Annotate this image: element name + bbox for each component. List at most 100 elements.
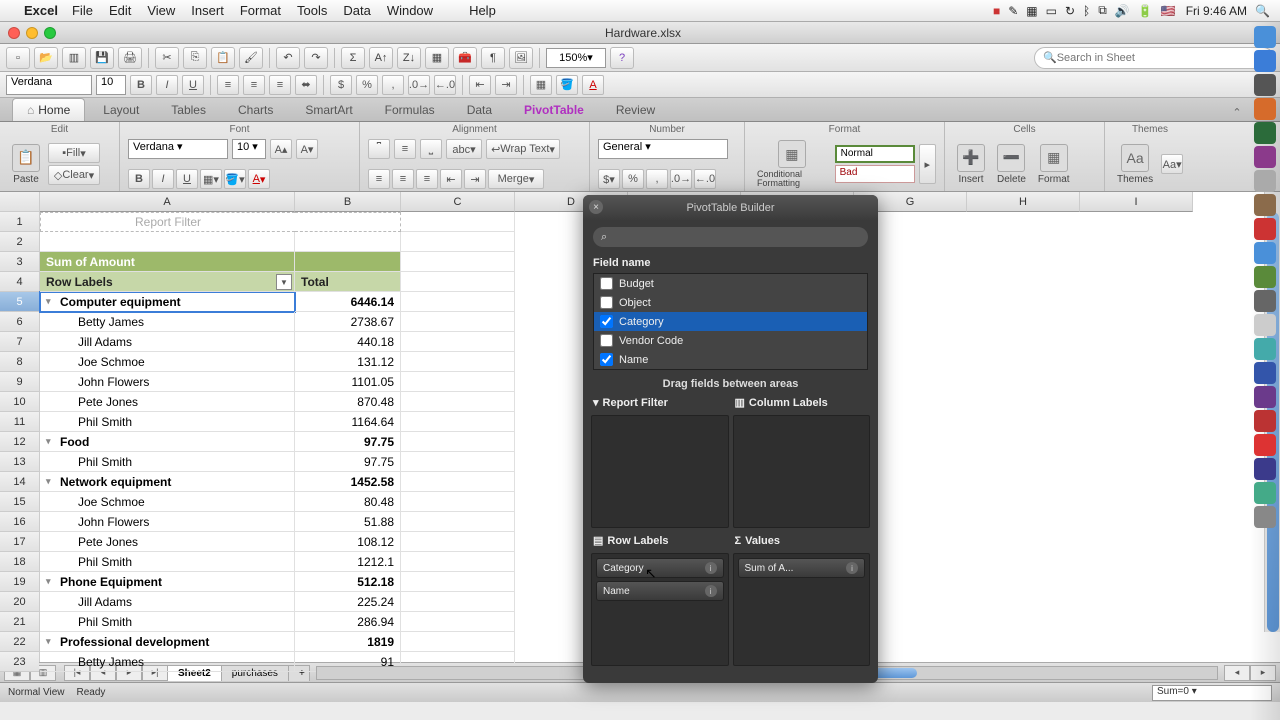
rowhdr-20[interactable]: 20 — [0, 592, 39, 612]
gallery-icon[interactable]: ▦ — [425, 47, 449, 69]
pivot-cell-label[interactable]: Jill Adams — [40, 332, 295, 352]
save-icon[interactable]: 💾 — [90, 47, 114, 69]
rowhdr-16[interactable]: 16 — [0, 512, 39, 532]
rowhdr-14[interactable]: 14 — [0, 472, 39, 492]
decrease-decimal-icon[interactable]: ←.0 — [434, 75, 456, 95]
tab-layout[interactable]: Layout — [89, 99, 153, 121]
pivot-cell-label[interactable]: ▾Food — [40, 432, 295, 452]
cell-empty[interactable] — [401, 312, 515, 332]
ptb-field-item[interactable]: Budget — [594, 274, 867, 293]
cell-c1[interactable] — [401, 212, 515, 232]
percent-style-icon[interactable]: % — [622, 169, 644, 189]
dock-icon[interactable] — [1254, 98, 1276, 120]
rowhdr-6[interactable]: 6 — [0, 312, 39, 332]
rowhdr-17[interactable]: 17 — [0, 532, 39, 552]
style-more-icon[interactable]: ▸ — [919, 144, 936, 184]
indent-inc-icon[interactable]: ⇥ — [464, 169, 486, 189]
expand-icon[interactable]: ▾ — [46, 576, 56, 587]
copy-icon[interactable]: ⎘ — [183, 47, 207, 69]
tab-data[interactable]: Data — [453, 99, 506, 121]
theme-colors-icon[interactable]: Aa▾ — [1161, 154, 1183, 174]
dock-icon[interactable] — [1254, 50, 1276, 72]
fill-button[interactable]: ▪ Fill ▾ — [48, 143, 100, 163]
rowhdr-19[interactable]: 19 — [0, 572, 39, 592]
pivot-total-header[interactable]: Total — [295, 272, 401, 292]
borders-icon[interactable]: ▦ — [530, 75, 552, 95]
ptb-search[interactable]: ⌕ — [593, 227, 868, 247]
comma-style-icon[interactable]: , — [646, 169, 668, 189]
cell-empty[interactable] — [401, 412, 515, 432]
indent-dec-icon[interactable]: ⇤ — [440, 169, 462, 189]
increase-decimal-icon[interactable]: .0→ — [408, 75, 430, 95]
cell-c3[interactable] — [401, 252, 515, 272]
rowhdr-18[interactable]: 18 — [0, 552, 39, 572]
pivot-cell-label[interactable]: Joe Schmoe — [40, 352, 295, 372]
dock-icon[interactable] — [1254, 218, 1276, 240]
align-center-icon[interactable]: ≡ — [243, 75, 265, 95]
format-painter-icon[interactable]: 🖌 — [239, 47, 263, 69]
cell-empty[interactable] — [401, 512, 515, 532]
menu-file[interactable]: File — [72, 3, 93, 18]
cell-empty[interactable] — [401, 552, 515, 572]
decrease-font-icon[interactable]: A▾ — [296, 139, 318, 159]
colhdr-b[interactable]: B — [295, 192, 401, 212]
wrap-text-button[interactable]: ↩ Wrap Text ▾ — [486, 139, 560, 159]
ptb-column-labels-box[interactable] — [733, 415, 871, 528]
pivot-cell-value[interactable]: 131.12 — [295, 352, 401, 372]
ribbon-collapse-icon[interactable]: ⌃ — [1228, 103, 1246, 121]
cell-b2[interactable] — [295, 232, 401, 252]
cell-empty[interactable] — [401, 592, 515, 612]
paste-button[interactable]: 📋Paste — [8, 144, 44, 185]
status-display-icon[interactable]: ▭ — [1046, 4, 1057, 18]
halign-left-icon[interactable]: ≡ — [368, 169, 390, 189]
colhdr-a[interactable]: A — [40, 192, 295, 212]
sheet-search[interactable]: 🔍 — [1034, 47, 1274, 69]
pivot-cell-label[interactable]: Jill Adams — [40, 592, 295, 612]
cell-style-bad[interactable]: Bad — [835, 165, 915, 183]
app-name[interactable]: Excel — [24, 3, 58, 18]
dock-icon[interactable] — [1254, 122, 1276, 144]
expand-icon[interactable]: ▾ — [46, 296, 56, 307]
ribbon-italic[interactable]: I — [152, 169, 174, 189]
expand-icon[interactable]: ▾ — [46, 476, 56, 487]
status-clock[interactable]: Fri 9:46 AM — [1186, 4, 1247, 18]
rowhdr-12[interactable]: 12 — [0, 432, 39, 452]
ptb-report-filter-box[interactable] — [591, 415, 729, 528]
fill-color-icon[interactable]: 🪣 — [556, 75, 578, 95]
pivot-cell-value[interactable]: 440.18 — [295, 332, 401, 352]
ptb-field-checkbox[interactable] — [600, 353, 613, 366]
ptb-field-list[interactable]: BudgetObjectCategoryVendor CodeName — [593, 273, 868, 370]
rowhdr-9[interactable]: 9 — [0, 372, 39, 392]
ribbon-borders-icon[interactable]: ▦▾ — [200, 169, 222, 189]
pivot-cell-label[interactable]: Betty James — [40, 312, 295, 332]
cell-b1[interactable] — [295, 212, 401, 232]
ptb-field-item[interactable]: Object — [594, 293, 867, 312]
tab-charts[interactable]: Charts — [224, 99, 287, 121]
orientation-icon[interactable]: abc▾ — [446, 139, 482, 159]
pivot-cell-label[interactable]: John Flowers — [40, 372, 295, 392]
zoom-select[interactable]: 150% ▾ — [546, 48, 606, 68]
print-icon[interactable]: 🖨 — [118, 47, 142, 69]
pivot-cell-value[interactable]: 1212.1 — [295, 552, 401, 572]
ptb-search-input[interactable] — [607, 231, 860, 243]
font-name-select[interactable]: Verdana — [6, 75, 92, 95]
pivot-cell-label[interactable]: Phil Smith — [40, 412, 295, 432]
dock-icon[interactable] — [1254, 266, 1276, 288]
dock-icon[interactable] — [1254, 74, 1276, 96]
ptb-field-item[interactable]: Vendor Code — [594, 331, 867, 350]
halign-right-icon[interactable]: ≡ — [416, 169, 438, 189]
pivot-cell-label[interactable]: Phil Smith — [40, 552, 295, 572]
pivot-cell-value[interactable]: 2738.67 — [295, 312, 401, 332]
valign-mid-icon[interactable]: ≡ — [394, 139, 416, 159]
expand-icon[interactable]: ▾ — [46, 636, 56, 647]
colhdr-h[interactable]: H — [967, 192, 1080, 212]
font-color-icon[interactable]: A — [582, 75, 604, 95]
status-flag-icon[interactable]: 🇺🇸 — [1161, 4, 1176, 18]
dock-icon[interactable] — [1254, 362, 1276, 384]
cell-empty[interactable] — [401, 372, 515, 392]
menu-insert[interactable]: Insert — [191, 3, 224, 18]
tab-smartart[interactable]: SmartArt — [291, 99, 366, 121]
pill-info-icon[interactable]: i — [846, 562, 858, 574]
status-timemachine-icon[interactable]: ↻ — [1065, 4, 1075, 18]
pivot-cell-value[interactable]: 97.75 — [295, 452, 401, 472]
